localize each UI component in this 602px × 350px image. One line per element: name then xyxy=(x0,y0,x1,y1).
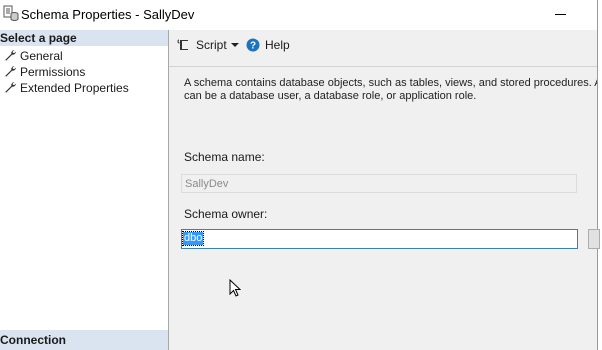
toolbar-divider xyxy=(169,66,597,67)
description-line: A schema contains database objects, such… xyxy=(184,77,597,89)
schema-owner-value: dbo xyxy=(181,231,205,246)
sidebar-item-label: Extended Properties xyxy=(20,81,129,95)
main-panel: Script ? Help A schema contains database… xyxy=(169,30,600,350)
svg-text:?: ? xyxy=(250,41,256,52)
page-selector-panel: Select a page General Permissions Extend… xyxy=(0,30,169,350)
sidebar-item-label: General xyxy=(20,49,63,63)
script-label: Script xyxy=(196,38,227,52)
schema-owner-input[interactable]: dbo xyxy=(181,229,578,249)
schema-name-field: SallyDev xyxy=(181,174,577,193)
wrench-icon xyxy=(5,82,16,93)
title-bar: Schema Properties - SallyDev xyxy=(0,0,602,30)
select-page-header: Select a page xyxy=(0,30,168,46)
script-icon xyxy=(177,39,188,50)
help-icon: ? xyxy=(246,38,260,52)
help-label: Help xyxy=(265,38,290,52)
minimize-button[interactable] xyxy=(538,0,584,28)
toolbar: Script ? Help xyxy=(169,30,597,62)
schema-name-label: Schema name: xyxy=(184,150,265,164)
wrench-icon xyxy=(5,66,16,77)
description-line: can be a database user, a database role,… xyxy=(184,90,477,102)
window-border xyxy=(597,0,598,350)
schema-description: A schema contains database objects, such… xyxy=(184,77,597,103)
script-dropdown-arrow[interactable] xyxy=(231,43,239,47)
window-title: Schema Properties - SallyDev xyxy=(21,7,195,22)
sidebar-item-label: Permissions xyxy=(20,65,86,79)
connection-header: Connection xyxy=(0,330,168,350)
schema-owner-label: Schema owner: xyxy=(184,207,268,221)
schema-owner-search-button[interactable] xyxy=(588,229,600,249)
database-properties-icon xyxy=(3,5,19,21)
wrench-icon xyxy=(5,50,16,61)
mouse-cursor-icon xyxy=(229,279,241,297)
